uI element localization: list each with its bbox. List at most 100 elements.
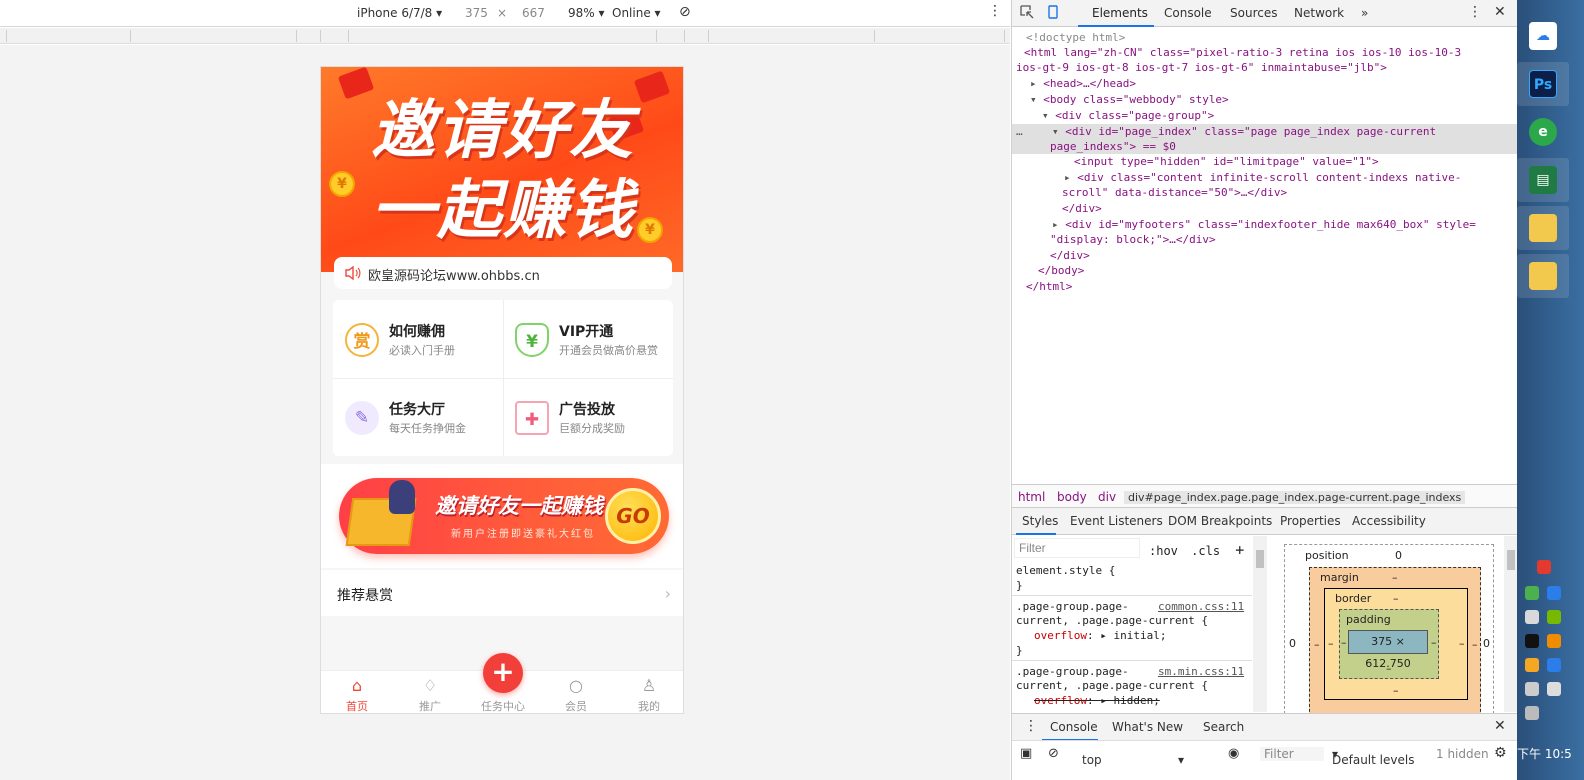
taskbar-app-baidu-netdisk[interactable]: ☁ (1517, 14, 1569, 58)
dom-close-div[interactable]: </div> (1062, 202, 1102, 215)
device-toggle-icon[interactable] (1046, 5, 1060, 19)
console-filter-input[interactable]: Filter (1260, 747, 1324, 761)
tab-sources[interactable]: Sources (1230, 6, 1277, 20)
feature-task-hall[interactable]: ✎ 任务大厅 每天任务挣佣金 (333, 378, 503, 456)
invite-banner[interactable]: 邀请好友一起赚钱 新用户注册即送豪礼大红包 GO (339, 478, 669, 554)
dom-tree[interactable]: <!doctype html> <html lang="zh-CN" class… (1012, 28, 1518, 484)
taskbar-app-folder[interactable] (1517, 206, 1569, 250)
inspect-icon[interactable] (1020, 5, 1034, 19)
tab-console[interactable]: Console (1164, 6, 1212, 20)
feature-vip[interactable]: ¥ VIP开通 开通会员做高价悬赏 (503, 300, 673, 378)
dom-page-group[interactable]: ▾ <div class="page-group"> (1042, 109, 1214, 122)
dom-head[interactable]: ▸ <head>…</head> (1030, 77, 1136, 90)
styles-scrollbar[interactable] (1253, 536, 1267, 712)
plus-icon[interactable]: + (483, 653, 523, 693)
go-button[interactable]: GO (605, 488, 661, 544)
tab-network[interactable]: Network (1294, 6, 1344, 20)
dom-close-div2[interactable]: </div> (1050, 249, 1090, 262)
scrollbar-thumb[interactable] (1507, 550, 1515, 570)
taskbar-clock[interactable]: 下午 10:5 (1517, 745, 1584, 762)
styles-filter-input[interactable]: Filter (1014, 538, 1140, 558)
tray-app-icon[interactable] (1525, 658, 1539, 672)
crumb-div[interactable]: div (1098, 490, 1116, 504)
dom-page-index[interactable]: ▾ <div id="page_index" class="page page_… (1052, 125, 1436, 138)
qq-icon[interactable] (1525, 634, 1539, 648)
rule-selector[interactable]: .page-group.page- (1016, 665, 1129, 678)
rule-selector[interactable]: .page-group.page- (1016, 600, 1129, 613)
rule-element-style[interactable]: element.style { (1016, 564, 1115, 577)
boxmodel-scrollbar[interactable] (1504, 536, 1518, 712)
taskbar-app-photoshop[interactable]: Ps (1517, 62, 1569, 106)
notice-bar[interactable]: 欧皇源码论坛www.ohbbs.cn (334, 257, 672, 289)
tray-device-icon[interactable] (1525, 682, 1539, 696)
cls-toggle[interactable]: .cls (1191, 544, 1220, 558)
clear-console-icon[interactable]: ⊘ (1048, 746, 1059, 761)
tab-member[interactable]: ○ 会员 (540, 671, 612, 714)
tray-speaker-icon[interactable] (1525, 610, 1539, 624)
rule-source-link[interactable]: common.css:11 (1158, 600, 1244, 613)
sogou-icon[interactable] (1537, 560, 1551, 574)
dom-close-body[interactable]: </body> (1038, 264, 1084, 277)
subtab-event-listeners[interactable]: Event Listeners (1070, 514, 1163, 528)
dom-html-open[interactable]: <html lang="zh-CN" class="pixel-ratio-3 … (1024, 46, 1461, 59)
levels-select[interactable]: Default levels ▾ (1332, 747, 1414, 767)
more-tabs-icon[interactable]: » (1361, 6, 1368, 20)
drawer-menu-icon[interactable]: ⋮ (1024, 718, 1038, 734)
crumb-body[interactable]: body (1057, 490, 1087, 504)
dom-input[interactable]: <input type="hidden" id="limitpage" valu… (1074, 155, 1379, 168)
value-margin-right[interactable]: – (1472, 638, 1478, 651)
drawer-tab-whats-new[interactable]: What's New (1112, 720, 1183, 734)
taskbar-app-browser[interactable]: e (1517, 110, 1569, 154)
dom-content[interactable]: ▸ <div class="content infinite-scroll co… (1064, 171, 1461, 184)
nvidia-icon[interactable] (1547, 610, 1561, 624)
value-padding-left[interactable]: – (1341, 636, 1347, 649)
more-options-icon[interactable]: ⋮ (988, 3, 1002, 19)
rule-declaration-overridden[interactable]: overflow: ▸ hidden; (1034, 694, 1160, 707)
tab-mine[interactable]: ♙ 我的 (613, 671, 683, 714)
width-input[interactable]: 375 (465, 6, 488, 20)
sidebar-toggle-icon[interactable]: ▣ (1020, 746, 1032, 761)
devtools-menu-icon[interactable]: ⋮ (1468, 4, 1482, 20)
node-ellipsis-icon[interactable]: … (1016, 125, 1023, 138)
rule-declaration[interactable]: overflow: ▸ initial; (1034, 629, 1166, 642)
subtab-styles[interactable]: Styles (1022, 514, 1058, 528)
hero-banner[interactable]: ¥ ¥ 邀请好友 一起赚钱 (321, 67, 683, 272)
tab-home[interactable]: ⌂ 首页 (321, 671, 393, 714)
taskbar-app-spreadsheet[interactable]: ▤ (1517, 158, 1569, 202)
volume-icon[interactable] (1547, 682, 1561, 696)
drawer-tab-search[interactable]: Search (1203, 720, 1244, 734)
subtab-dom-breakpoints[interactable]: DOM Breakpoints (1168, 514, 1272, 528)
height-input[interactable]: 667 (522, 6, 545, 20)
box-content-size[interactable]: 375 × 612.750 (1348, 630, 1428, 670)
dom-doctype[interactable]: <!doctype html> (1026, 31, 1125, 44)
value-margin-top[interactable]: – (1392, 571, 1398, 584)
rotate-icon[interactable]: ⊘ (679, 4, 691, 20)
value-border-right[interactable]: – (1459, 637, 1465, 650)
value-position-top[interactable]: 0 (1395, 549, 1402, 562)
tray-flame-icon[interactable] (1547, 634, 1561, 648)
value-border-bottom[interactable]: – (1393, 684, 1399, 697)
subtab-properties[interactable]: Properties (1280, 514, 1341, 528)
tray-check-icon[interactable] (1525, 586, 1539, 600)
crumb-page-index[interactable]: div#page_index.page.page_index.page-curr… (1124, 491, 1466, 504)
network-select[interactable]: Online ▾ (612, 6, 661, 20)
value-border-left[interactable]: – (1328, 637, 1334, 650)
tray-cloud-icon[interactable] (1547, 586, 1561, 600)
value-padding-right[interactable]: – (1431, 636, 1437, 649)
tray-network-icon[interactable] (1547, 658, 1561, 672)
subtab-accessibility[interactable]: Accessibility (1352, 514, 1426, 528)
value-position-right[interactable]: 0 (1483, 637, 1490, 650)
zoom-select[interactable]: 98% ▾ (568, 6, 605, 20)
dom-footers[interactable]: ▸ <div id="myfooters" class="indexfooter… (1052, 218, 1476, 231)
drawer-tab-console[interactable]: Console (1050, 720, 1098, 734)
hov-toggle[interactable]: :hov (1149, 544, 1178, 558)
close-icon[interactable]: ✕ (1494, 4, 1506, 20)
dom-body[interactable]: ▾ <body class="webbody" style> (1030, 93, 1229, 106)
value-border-top[interactable]: – (1393, 592, 1399, 605)
feature-advertise[interactable]: ✚ 广告投放 巨额分成奖励 (503, 378, 673, 456)
settings-gear-icon[interactable]: ⚙ (1494, 745, 1507, 761)
feature-how-to-earn[interactable]: 赏 如何赚佣 必读入门手册 (333, 300, 503, 378)
crumb-html[interactable]: html (1018, 490, 1045, 504)
signal-icon[interactable] (1525, 706, 1539, 720)
tab-promote[interactable]: ♢ 推广 (394, 671, 466, 714)
